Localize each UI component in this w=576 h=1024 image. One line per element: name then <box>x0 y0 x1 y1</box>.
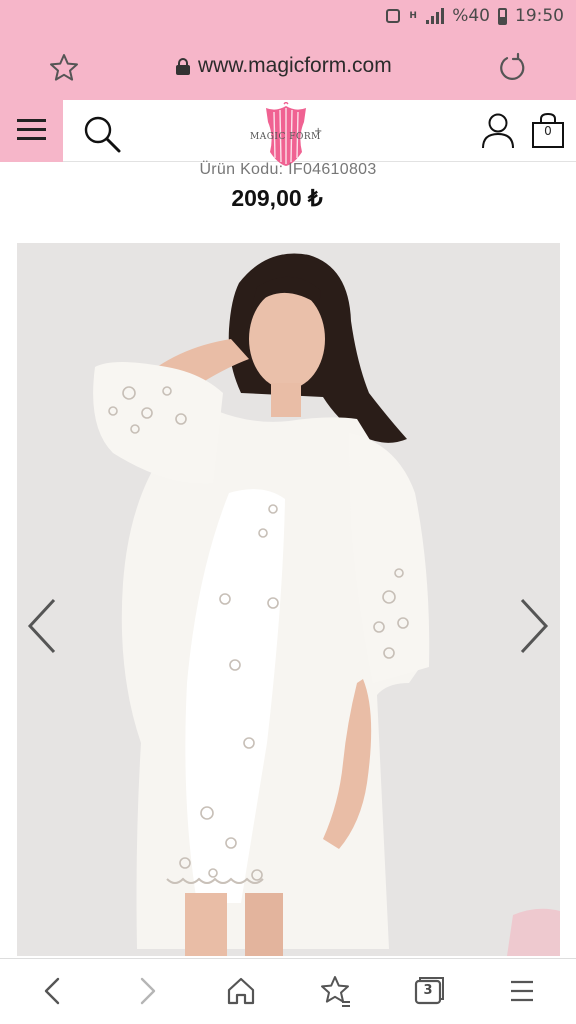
bookmarks-button[interactable] <box>315 971 355 1011</box>
address-field[interactable]: www.magicform.com <box>176 54 392 78</box>
signal-icon <box>426 8 445 24</box>
back-button[interactable] <box>32 971 72 1011</box>
favorite-button[interactable] <box>48 52 80 84</box>
chevron-right-icon <box>140 977 156 1005</box>
alarm-icon <box>386 9 401 23</box>
reload-button[interactable] <box>496 52 528 84</box>
previous-image-button[interactable] <box>24 598 60 654</box>
status-icons: H %40 19:50 <box>386 6 564 26</box>
status-bar: H %40 19:50 <box>0 0 576 36</box>
product-photo-illustration <box>17 243 560 956</box>
chevron-right-icon <box>520 598 549 654</box>
chevron-left-icon <box>27 598 56 654</box>
reload-icon <box>500 52 525 80</box>
product-code: Ürün Kodu: IF04610803 <box>199 161 377 178</box>
lock-icon <box>176 58 190 75</box>
logo-text: MAGIC FORM <box>250 132 321 142</box>
user-icon <box>482 113 514 149</box>
star-icon <box>50 54 78 81</box>
product-price: 209,00 ₺ <box>231 185 323 211</box>
battery-icon <box>498 7 507 25</box>
forward-button[interactable] <box>128 971 168 1011</box>
network-type-label: H <box>409 10 417 21</box>
product-image[interactable] <box>17 243 560 956</box>
hamburger-icon <box>17 119 46 122</box>
chevron-left-icon <box>44 977 60 1005</box>
next-image-button[interactable] <box>516 598 552 654</box>
tabs-count: 3 <box>423 983 433 998</box>
hamburger-icon <box>511 980 533 1002</box>
search-icon <box>84 116 121 153</box>
site-header: + MAGIC FORM 0 <box>0 100 576 166</box>
home-icon <box>227 977 255 1005</box>
cart-count: 0 <box>544 124 552 138</box>
menu-button[interactable] <box>0 100 63 162</box>
browser-url-bar: www.magicform.com <box>0 36 576 100</box>
logo[interactable]: + MAGIC FORM <box>248 100 326 166</box>
clock: 19:50 <box>515 6 564 26</box>
bookmark-star-icon <box>321 976 350 1007</box>
home-button[interactable] <box>221 971 261 1011</box>
account-button[interactable] <box>480 112 516 150</box>
browser-menu-button[interactable] <box>502 971 542 1011</box>
search-button[interactable] <box>82 114 122 154</box>
cart-button[interactable]: 0 <box>530 112 566 150</box>
url-text[interactable]: www.magicform.com <box>198 54 392 78</box>
battery-percent: %40 <box>452 6 490 26</box>
browser-bottom-nav: 3 <box>0 958 576 1024</box>
tabs-button[interactable]: 3 <box>408 971 448 1011</box>
